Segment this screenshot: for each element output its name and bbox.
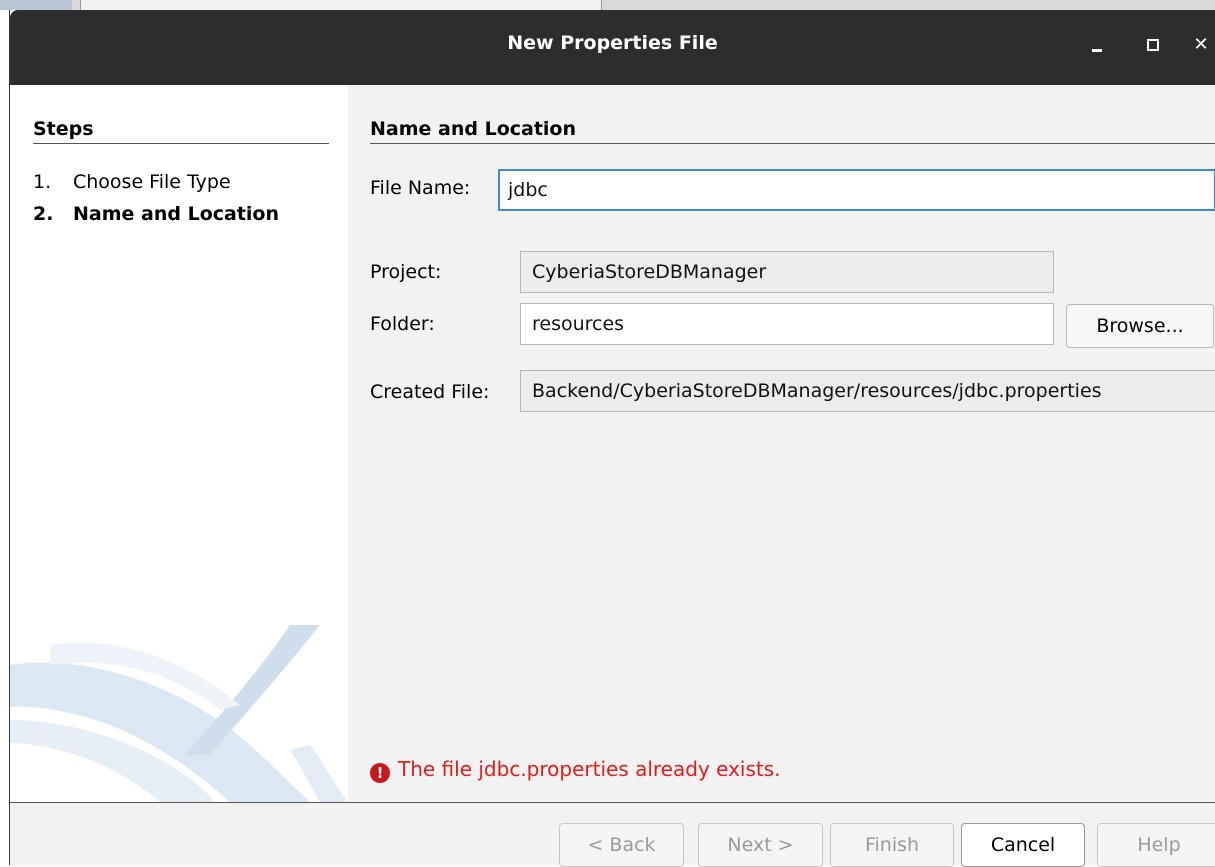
close-icon[interactable]: ✕ — [1186, 30, 1215, 60]
error-icon: ! — [370, 763, 390, 783]
next-button[interactable]: Next > — [698, 823, 823, 867]
background-windows — [0, 0, 1215, 10]
steps-panel: Steps 1. Choose File Type 2. Name and Loca… — [10, 85, 348, 802]
created-file-label: Created File: — [370, 381, 490, 403]
cancel-button[interactable]: Cancel — [961, 823, 1085, 867]
step-number: 1. — [33, 171, 52, 193]
background-window-left — [0, 0, 72, 10]
background-window-mid — [80, 0, 602, 10]
minimize-icon[interactable] — [1082, 30, 1112, 60]
step-label: Choose File Type — [73, 171, 231, 193]
finish-button[interactable]: Finish — [830, 823, 954, 867]
wizard-decoration-image — [10, 625, 348, 802]
button-bar: < Back Next > Finish Cancel Help — [10, 803, 1215, 867]
section-title: Name and Location — [370, 118, 577, 140]
help-button[interactable]: Help — [1097, 823, 1215, 867]
step-label: Name and Location — [73, 203, 280, 225]
file-name-input[interactable]: jdbc — [498, 169, 1215, 211]
divider — [33, 143, 329, 144]
divider — [370, 143, 1215, 144]
new-properties-file-dialog: New Properties File ✕ Steps 1. Choose Fil… — [9, 10, 1215, 867]
dialog-title: New Properties File — [507, 32, 718, 54]
title-bar[interactable]: New Properties File ✕ — [10, 10, 1215, 85]
maximize-icon[interactable] — [1138, 30, 1168, 60]
project-label: Project: — [370, 261, 442, 283]
steps-title: Steps — [33, 118, 94, 140]
browse-button[interactable]: Browse... — [1066, 304, 1214, 348]
folder-input[interactable]: resources — [520, 303, 1054, 345]
folder-label: Folder: — [370, 313, 435, 335]
step-number: 2. — [33, 203, 54, 225]
step-name-and-location: 2. Name and Location — [33, 203, 279, 225]
error-message: ! The file jdbc.properties already exists… — [370, 757, 781, 783]
error-text: The file jdbc.properties already exists. — [398, 757, 781, 781]
name-and-location-panel: Name and Location File Name: jdbc Projec… — [348, 85, 1215, 802]
project-field: CyberiaStoreDBManager — [520, 251, 1054, 293]
created-file-field: Backend/CyberiaStoreDBManager/resources/… — [520, 370, 1215, 412]
file-name-label: File Name: — [370, 177, 471, 199]
step-choose-file-type: 1. Choose File Type — [33, 171, 231, 193]
back-button[interactable]: < Back — [559, 823, 684, 867]
